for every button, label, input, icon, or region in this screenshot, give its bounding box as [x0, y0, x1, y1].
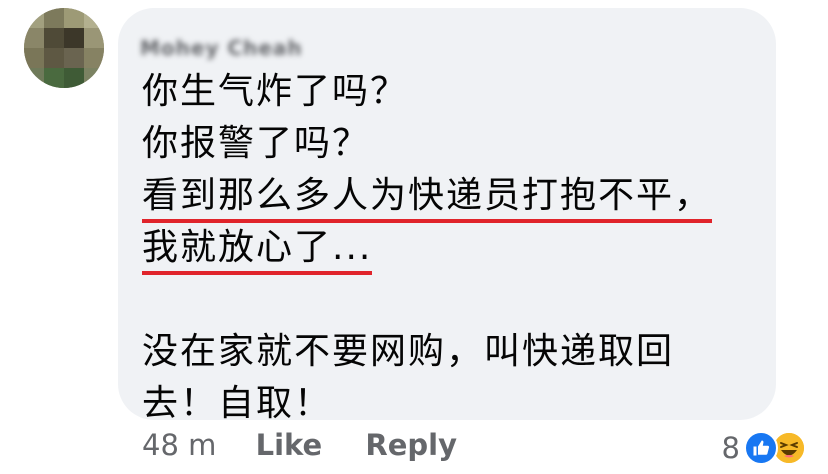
comment-line: 你报警了吗？ — [142, 123, 371, 164]
comment-line-underlined: 我就放心了... — [142, 222, 762, 275]
like-icon — [744, 431, 778, 465]
avatar[interactable] — [24, 8, 104, 88]
red-underline-highlight: 我就放心了... — [142, 227, 373, 275]
like-button[interactable]: Like — [256, 428, 323, 462]
comment-line: 去！自取！ — [142, 383, 333, 424]
comment-bubble: Mohey Cheah 你生气炸了吗？ 你报警了吗？ 看到那么多人为快递员打抱不… — [118, 8, 776, 424]
comment-line-underlined: 看到那么多人为快递员打抱不平， — [142, 170, 762, 223]
comment-text: 你生气炸了吗？ 你报警了吗？ 看到那么多人为快递员打抱不平， 我就放心了... … — [142, 66, 762, 430]
comment-actions: 48 m Like Reply — [142, 428, 457, 468]
comment-author[interactable]: Mohey Cheah — [140, 36, 303, 60]
comment-line: 你生气炸了吗？ — [142, 71, 409, 112]
reaction-count: 8 — [721, 431, 740, 465]
comment-timestamp[interactable]: 48 m — [142, 428, 216, 462]
comment-line-blank — [142, 274, 762, 326]
comment-line: 没在家就不要网购，叫快递取回 — [142, 331, 675, 372]
reaction-summary[interactable]: 8 — [722, 428, 806, 468]
reply-button[interactable]: Reply — [365, 428, 457, 462]
red-underline-highlight: 看到那么多人为快递员打抱不平， — [142, 175, 713, 223]
